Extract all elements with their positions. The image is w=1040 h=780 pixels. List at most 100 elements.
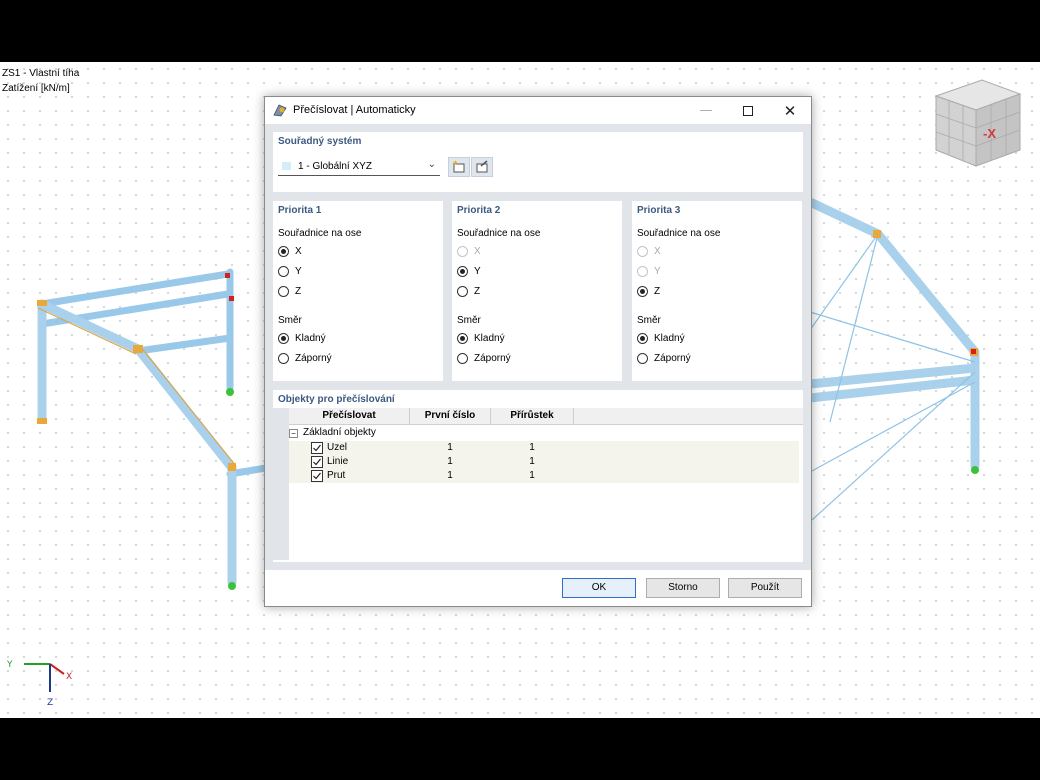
priority-3-axis-x-label: X bbox=[654, 246, 661, 257]
priority-1-axis-z-radio[interactable] bbox=[278, 286, 289, 297]
priority-1-title: Priorita 1 bbox=[278, 205, 322, 216]
priority-2-axis-x-label: X bbox=[474, 246, 481, 257]
row-first-number[interactable]: 1 bbox=[410, 441, 490, 455]
group-label: Základní objekty bbox=[303, 427, 376, 438]
row-first-number[interactable]: 1 bbox=[410, 455, 490, 469]
apply-button[interactable]: Použít bbox=[728, 578, 802, 598]
priority-3-dir-negative-label: Záporný bbox=[654, 353, 691, 364]
grid-row-header-strip bbox=[273, 408, 289, 560]
collapse-icon[interactable]: − bbox=[289, 426, 299, 440]
priority-3-panel: Priorita 3 Souřadnice na ose X Y Z Směr … bbox=[632, 201, 802, 381]
table-row[interactable]: Uzel 1 1 bbox=[289, 441, 799, 455]
col-increment-header: Přírůstek bbox=[491, 408, 574, 425]
coord-system-value: 1 - Globální XYZ bbox=[298, 161, 372, 172]
axis-x-label: X bbox=[66, 672, 73, 682]
coord-system-panel: Souřadný systém 1 - Globální XYZ ⌄ bbox=[273, 132, 803, 192]
close-icon: ✕ bbox=[783, 101, 797, 120]
group-row[interactable]: − Základní objekty bbox=[289, 426, 799, 440]
priority-2-dir-label: Směr bbox=[457, 315, 481, 326]
view-cube bbox=[934, 79, 1022, 167]
priority-2-axis-z-radio[interactable] bbox=[457, 286, 468, 297]
priority-2-axis-y-label: Y bbox=[474, 266, 481, 277]
priority-3-axis-z-radio[interactable] bbox=[637, 286, 648, 297]
priority-3-title: Priorita 3 bbox=[637, 205, 681, 216]
priority-3-dir-positive-label: Kladný bbox=[654, 333, 685, 344]
priority-2-dir-negative-radio[interactable] bbox=[457, 353, 468, 364]
priority-1-panel: Priorita 1 Souřadnice na ose X Y Z Směr … bbox=[273, 201, 443, 381]
priority-3-axis-y-label: Y bbox=[654, 266, 661, 277]
priority-1-dir-negative-radio[interactable] bbox=[278, 353, 289, 364]
priority-2-dir-negative-label: Záporný bbox=[474, 353, 511, 364]
renumber-app-icon bbox=[273, 104, 287, 117]
priority-1-dir-positive-radio[interactable] bbox=[278, 333, 289, 344]
close-button[interactable]: ✕ bbox=[769, 97, 811, 124]
priority-3-dir-positive-radio[interactable] bbox=[637, 333, 648, 344]
priority-1-axis-y-label: Y bbox=[295, 266, 302, 277]
new-item-icon bbox=[452, 160, 465, 173]
dialog-title: Přečíslovat | Automaticky bbox=[293, 104, 416, 116]
col-first-number-header: První číslo bbox=[410, 408, 491, 425]
dialog-body: Souřadný systém 1 - Globální XYZ ⌄ Prior… bbox=[265, 124, 811, 606]
col-renumber-header: Přečíslovat bbox=[289, 408, 410, 425]
objects-title: Objekty pro přečíslování bbox=[278, 394, 395, 405]
priority-2-axis-x-radio[interactable] bbox=[457, 246, 468, 257]
maximize-icon bbox=[743, 105, 753, 116]
priority-2-axis-z-label: Z bbox=[474, 286, 481, 297]
renumber-dialog: Přečíslovat | Automaticky — ✕ Souřadný s… bbox=[264, 96, 812, 607]
priority-2-dir-positive-radio[interactable] bbox=[457, 333, 468, 344]
axis-triad bbox=[24, 663, 65, 692]
col-empty-header bbox=[574, 408, 803, 425]
maximize-button[interactable] bbox=[727, 97, 769, 124]
objects-panel: Objekty pro přečíslování Přečíslovat Prv… bbox=[273, 390, 803, 562]
minimize-icon: — bbox=[699, 103, 713, 118]
priority-3-dir-negative-radio[interactable] bbox=[637, 353, 648, 364]
chevron-down-icon: ⌄ bbox=[427, 159, 436, 170]
row-name: Prut bbox=[327, 470, 346, 481]
priority-3-axis-x-radio[interactable] bbox=[637, 246, 648, 257]
edit-item-icon bbox=[476, 160, 488, 173]
row-first-number[interactable]: 1 bbox=[410, 469, 490, 483]
row-name: Linie bbox=[327, 456, 349, 467]
priority-1-dir-positive-label: Kladný bbox=[295, 333, 326, 344]
objects-grid: Přečíslovat První číslo Přírůstek − Zákl… bbox=[273, 408, 803, 560]
priority-1-axis-x-label: X bbox=[295, 246, 302, 257]
priority-1-dir-negative-label: Záporný bbox=[295, 353, 332, 364]
priority-1-axis-z-label: Z bbox=[295, 286, 302, 297]
row-name: Uzel bbox=[327, 442, 348, 453]
axis-z-label: Z bbox=[47, 698, 54, 708]
priority-2-dir-positive-label: Kladný bbox=[474, 333, 505, 344]
coord-system-swatch bbox=[282, 162, 291, 170]
cancel-button[interactable]: Storno bbox=[646, 578, 720, 598]
priority-2-axis-label: Souřadnice na ose bbox=[457, 228, 541, 239]
member-checkbox[interactable] bbox=[311, 470, 323, 482]
priority-2-axis-y-radio[interactable] bbox=[457, 266, 468, 277]
priority-1-axis-x-radio[interactable] bbox=[278, 246, 289, 257]
view-cube-face-label[interactable]: -X bbox=[983, 126, 996, 141]
priority-1-dir-label: Směr bbox=[278, 315, 302, 326]
priority-2-title: Priorita 2 bbox=[457, 205, 501, 216]
minimize-button[interactable]: — bbox=[685, 97, 727, 124]
priority-2-panel: Priorita 2 Souřadnice na ose X Y Z Směr … bbox=[452, 201, 622, 381]
table-row[interactable]: Linie 1 1 bbox=[289, 455, 799, 469]
check-icon bbox=[313, 458, 321, 466]
coord-system-title: Souřadný systém bbox=[278, 136, 362, 147]
coord-system-select[interactable]: 1 - Globální XYZ ⌄ bbox=[278, 157, 440, 176]
dialog-titlebar[interactable]: Přečíslovat | Automaticky — ✕ bbox=[265, 97, 811, 124]
line-checkbox[interactable] bbox=[311, 456, 323, 468]
row-increment[interactable]: 1 bbox=[491, 441, 573, 455]
node-checkbox[interactable] bbox=[311, 442, 323, 454]
priority-3-axis-y-radio[interactable] bbox=[637, 266, 648, 277]
new-coord-system-button[interactable] bbox=[448, 157, 470, 177]
priority-1-axis-label: Souřadnice na ose bbox=[278, 228, 362, 239]
priority-3-axis-label: Souřadnice na ose bbox=[637, 228, 721, 239]
table-row[interactable]: Prut 1 1 bbox=[289, 469, 799, 483]
check-icon bbox=[313, 444, 321, 452]
edit-coord-system-button[interactable] bbox=[471, 157, 493, 177]
priority-3-dir-label: Směr bbox=[637, 315, 661, 326]
check-icon bbox=[313, 472, 321, 480]
priority-3-axis-z-label: Z bbox=[654, 286, 661, 297]
priority-1-axis-y-radio[interactable] bbox=[278, 266, 289, 277]
row-increment[interactable]: 1 bbox=[491, 455, 573, 469]
row-increment[interactable]: 1 bbox=[491, 469, 573, 483]
ok-button[interactable]: OK bbox=[562, 578, 636, 598]
